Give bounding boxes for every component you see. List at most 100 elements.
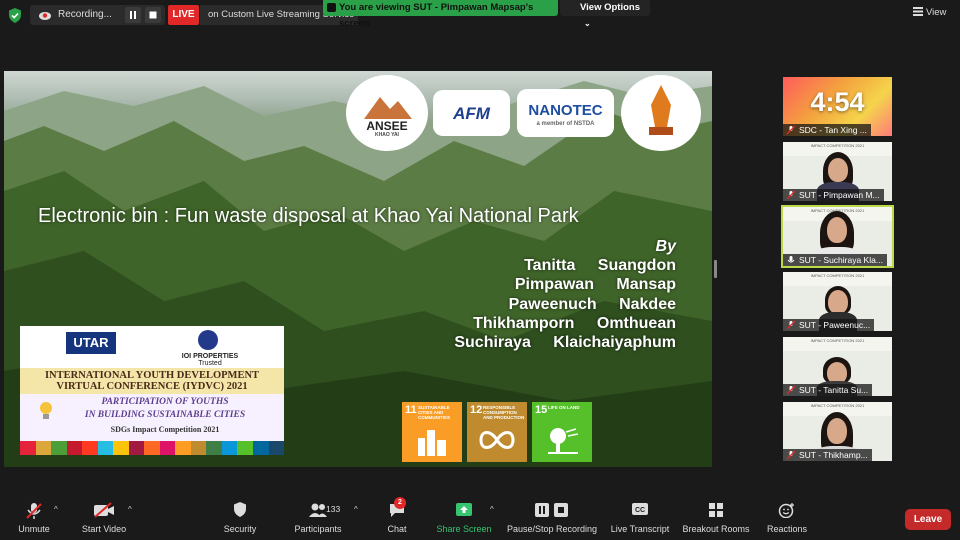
start-video-label: Start Video [81,524,127,534]
shield-check-icon[interactable] [8,8,22,23]
mic-off-icon [786,125,796,135]
by-label: By [655,238,676,255]
participant-name-text: SUT - Pimpawan M... [799,190,880,200]
virtual-background-header: IMPACT COMPETITION 2021 [783,272,892,286]
sdg-number: 12 [470,404,483,416]
impact-competition-text: SDGs Impact Competition 2021 [110,425,220,434]
conference-title-line1: INTERNATIONAL YOUTH DEVELOPMENT [44,370,260,381]
ansee-logo-subtext: KHAO YAI [375,132,399,138]
smiley-reaction-icon [778,503,794,518]
author-name: Tanitta Suangdon [524,257,676,275]
mic-off-icon [786,190,796,200]
leave-button[interactable]: Leave [905,509,951,530]
breakout-rooms-icon [709,503,723,517]
participant-tile[interactable]: IMPACT COMPETITION 2021 SUT - Paweenuc..… [783,272,892,331]
participant-name: SUT - Suchiraya Kla... [783,254,887,266]
panel-resize-handle[interactable] [714,260,717,278]
authors-block: By Tanitta Suangdon Pimpawan Mansap Pawe… [454,237,676,352]
tile-header-text: IMPACT COMPETITION 2021 [810,403,865,408]
author-name: Pimpawan Mansap [514,276,676,294]
ansee-logo-text: ANSEE [366,119,408,133]
participant-name-text: SUT - Suchiraya Kla... [799,255,883,265]
participant-face [828,158,848,182]
participant-name-text: SUT - Thikhamp... [799,450,868,460]
live-transcript-button[interactable]: CC Live Transcript [608,500,672,538]
chat-button[interactable]: 2 Chat [380,497,414,538]
viewing-screen-banner: You are viewing SUT - Pimpawan Mapsap's … [323,0,558,29]
participation-line1: PARTICIPATION OF YOUTHS [101,397,229,407]
afm-logo: AFM [433,90,510,136]
chat-unread-badge: 2 [394,497,406,509]
sdg-caption: LIFE ON LAND [548,405,580,410]
tile-header-text: IMPACT COMPETITION 2021 [810,143,865,148]
view-options-button[interactable]: View Options ⌄ [560,0,650,28]
ioi-logo-icon [198,330,218,350]
security-label: Security [223,524,257,534]
ioi-tagline: Trusted [198,360,222,367]
participants-caret-icon[interactable]: ^ [354,505,358,514]
mic-off-icon [786,385,796,395]
sdg-15-tile: 15 LIFE ON LAND [532,402,592,462]
participants-label: Participants [294,524,342,534]
conference-title-line2: VIRTUAL CONFERENCE (IYDVC) 2021 [56,381,248,392]
unmute-button[interactable]: Unmute [10,500,58,538]
reactions-label: Reactions [766,524,808,534]
nanotec-logo-text: NANOTEC [528,102,603,119]
participant-tile-active-speaker[interactable]: IMPACT COMPETITION 2021 SUT - Suchiraya … [781,205,894,268]
mic-off-icon [786,450,796,460]
tile-header-text: IMPACT COMPETITION 2021 [810,338,865,343]
nanotec-logo: NANOTEC a member of NSTDA [517,89,614,137]
participant-face [827,418,847,444]
participant-tile[interactable]: 4:54 SDC - Tan Xing ... [783,77,892,136]
mic-icon [787,256,795,263]
participants-count: 133 [326,504,341,514]
breakout-rooms-button[interactable]: Breakout Rooms [680,500,752,538]
sdg-color-strip [20,441,285,455]
reactions-button[interactable]: Reactions [764,500,810,538]
tile-header-text: IMPACT COMPETITION 2021 [810,273,865,278]
stop-recording-button[interactable] [145,7,161,23]
city-buildings-icon [418,430,446,456]
audio-options-caret-icon[interactable]: ^ [54,505,58,514]
shared-screen[interactable]: ANSEE KHAO YAI AFM NANOTEC a member of N… [4,71,712,467]
participant-tile[interactable]: IMPACT COMPETITION 2021 SUT - Pimpawan M… [783,142,892,201]
infinity-icon [479,431,515,449]
university-seal-logo [621,75,701,151]
share-screen-icon [456,503,472,516]
top-bar: Recording... LIVE on Custom Live Streami… [0,0,960,30]
view-button-label: View [926,7,947,18]
chat-label: Chat [387,524,407,534]
utar-logo: UTAR [66,332,116,354]
conference-poster: UTAR IOI PROPERTIES Trusted INTERNATIONA… [20,326,285,455]
participant-name: SDC - Tan Xing ... [783,124,871,136]
share-options-caret-icon[interactable]: ^ [490,505,494,514]
sdg-number: 11 [405,404,417,416]
mic-muted-icon [26,503,42,519]
author-name: Paweenuch Nakdee [508,295,676,313]
sdg-12-tile: 12 RESPONSIBLE CONSUMPTION AND PRODUCTIO… [467,402,527,462]
participant-name: SUT - Thikhamp... [783,449,872,461]
seal-emblem-icon [649,85,673,135]
pause-stop-icon [535,503,568,517]
participant-tile[interactable]: IMPACT COMPETITION 2021 SUT - Thikhamp..… [783,402,892,461]
participants-icon [309,503,327,517]
pause-stop-recording-button[interactable]: Pause/Stop Recording [504,500,600,538]
security-button[interactable]: Security [218,500,262,538]
share-screen-label: Share Screen [436,524,492,534]
participant-name-text: SUT - Tanitta Su... [799,385,869,395]
pause-recording-button[interactable] [125,7,141,23]
share-screen-button[interactable]: Share Screen [434,500,494,538]
svg-text:CC: CC [635,507,645,514]
pause-icon [130,11,136,19]
participant-name-text: SUT - Paweenuc... [799,320,871,330]
live-badge[interactable]: LIVE [168,5,199,25]
live-transcript-label: Live Transcript [610,524,670,534]
ansee-khao-yai-logo: ANSEE KHAO YAI [346,75,428,151]
participant-tile[interactable]: IMPACT COMPETITION 2021 SUT - Tanitta Su… [783,337,892,396]
start-video-button[interactable]: Start Video [76,500,132,538]
participants-button[interactable]: 133 Participants [290,500,346,538]
unmute-label: Unmute [18,524,50,534]
sdg-caption: SUSTAINABLE CITIES AND COMMUNITIES [418,405,450,420]
view-button[interactable]: View [913,7,946,18]
video-options-caret-icon[interactable]: ^ [128,505,132,514]
